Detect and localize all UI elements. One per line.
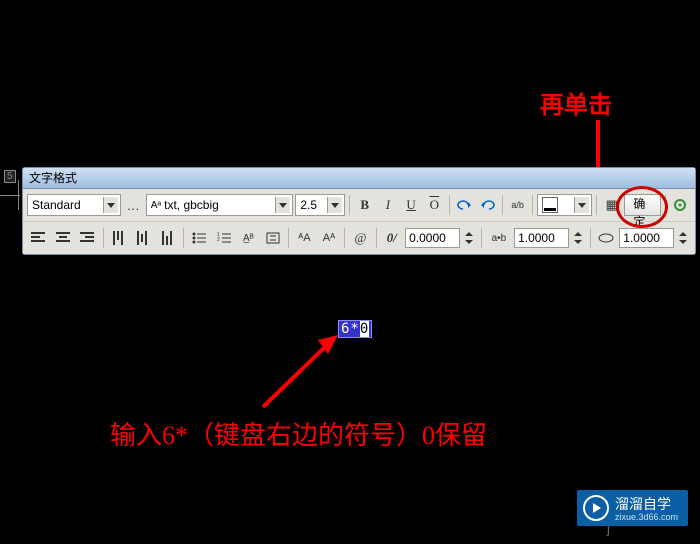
chevron-down-icon: [327, 197, 342, 213]
separator: [590, 228, 591, 248]
ruler-tick-v: [18, 180, 19, 210]
chevron-down-icon: [275, 197, 290, 213]
uppercase-button[interactable]: A̲ᴮ: [237, 226, 260, 250]
separator: [183, 228, 184, 248]
separator: [481, 228, 482, 248]
ok-wrap: 确定: [624, 194, 661, 216]
italic-button[interactable]: I: [377, 193, 398, 217]
style-combo[interactable]: Standard: [27, 194, 121, 216]
ok-button[interactable]: 确定: [624, 194, 661, 216]
size-combo-value: 2.5: [300, 198, 317, 212]
separator: [344, 228, 345, 248]
color-combo[interactable]: [537, 194, 592, 216]
width-stepper[interactable]: [676, 226, 691, 250]
width-field[interactable]: 1.0000: [619, 228, 674, 248]
text-format-panel: 文字格式 Standard … Aᵃ txt, gbcbig 2.5 B I U…: [22, 167, 696, 255]
undo-button[interactable]: [454, 193, 475, 217]
annotation-input-hint: 输入6*（键盘右边的符号）0保留: [110, 415, 487, 452]
separator: [665, 195, 666, 215]
oblique-button[interactable]: 0/: [381, 226, 404, 250]
width-icon: [595, 226, 618, 250]
overline-button[interactable]: O: [424, 193, 445, 217]
stack-button[interactable]: a/b: [507, 193, 528, 217]
chevron-down-icon: [574, 197, 589, 213]
svg-text:2: 2: [217, 237, 220, 243]
oblique-stepper[interactable]: [462, 226, 477, 250]
ruler-tick-h: [0, 195, 20, 196]
style-combo-value: Standard: [32, 198, 81, 212]
align-bottom-button[interactable]: [157, 226, 180, 250]
annotation-click-again: 再单击: [540, 85, 612, 120]
ruler-button[interactable]: ▦: [601, 193, 622, 217]
align-middle-button[interactable]: [132, 226, 155, 250]
style-more-button[interactable]: …: [123, 193, 144, 217]
separator: [532, 195, 533, 215]
tracking-stepper[interactable]: [571, 226, 586, 250]
separator: [349, 195, 350, 215]
insert-field-button[interactable]: [262, 226, 285, 250]
tracking-icon: a•b: [486, 226, 512, 250]
play-icon: [583, 495, 609, 521]
oblique-field[interactable]: 0.0000: [405, 228, 460, 248]
separator: [502, 195, 503, 215]
superscript-button[interactable]: ᴬA: [293, 226, 316, 250]
mtext-value: 6*: [341, 321, 360, 337]
mtext-selection: 0: [360, 321, 369, 337]
separator: [288, 228, 289, 248]
align-right-button[interactable]: [76, 226, 99, 250]
panel-title: 文字格式: [23, 168, 695, 189]
options-button[interactable]: [670, 193, 691, 217]
font-icon: Aᵃ: [151, 200, 161, 211]
toolbar-row-2: 12 A̲ᴮ ᴬA Aᴬ @ 0/ 0.0000 a•b 1.0000 1.00…: [23, 221, 695, 254]
chevron-down-icon: [103, 197, 118, 213]
bullet-list-button[interactable]: [188, 226, 211, 250]
redo-button[interactable]: [477, 193, 498, 217]
align-center-button[interactable]: [52, 226, 75, 250]
separator: [103, 228, 104, 248]
separator: [596, 195, 597, 215]
number-list-button[interactable]: 12: [213, 226, 236, 250]
size-combo[interactable]: 2.5: [295, 194, 345, 216]
toolbar-row-1: Standard … Aᵃ txt, gbcbig 2.5 B I U O a/…: [23, 189, 695, 221]
align-top-button[interactable]: [108, 226, 131, 250]
subscript-button[interactable]: Aᴬ: [318, 226, 341, 250]
watermark-url: zixue.3d66.com: [615, 512, 678, 522]
arrow-input: [258, 332, 343, 412]
separator: [376, 228, 377, 248]
symbol-button[interactable]: @: [349, 226, 372, 250]
separator: [449, 195, 450, 215]
mtext-editor[interactable]: 6*0: [338, 320, 372, 338]
color-swatch-icon: [542, 197, 558, 213]
underline-button[interactable]: U: [401, 193, 422, 217]
watermark: 溜溜自学 zixue.3d66.com: [577, 490, 688, 526]
font-combo-value: txt, gbcbig: [164, 198, 219, 212]
bold-button[interactable]: B: [354, 193, 375, 217]
ruler-mark: 5: [4, 170, 16, 183]
tracking-field[interactable]: 1.0000: [514, 228, 569, 248]
align-left-button[interactable]: [27, 226, 50, 250]
watermark-brand: 溜溜自学: [615, 496, 671, 512]
font-combo[interactable]: Aᵃ txt, gbcbig: [146, 194, 294, 216]
